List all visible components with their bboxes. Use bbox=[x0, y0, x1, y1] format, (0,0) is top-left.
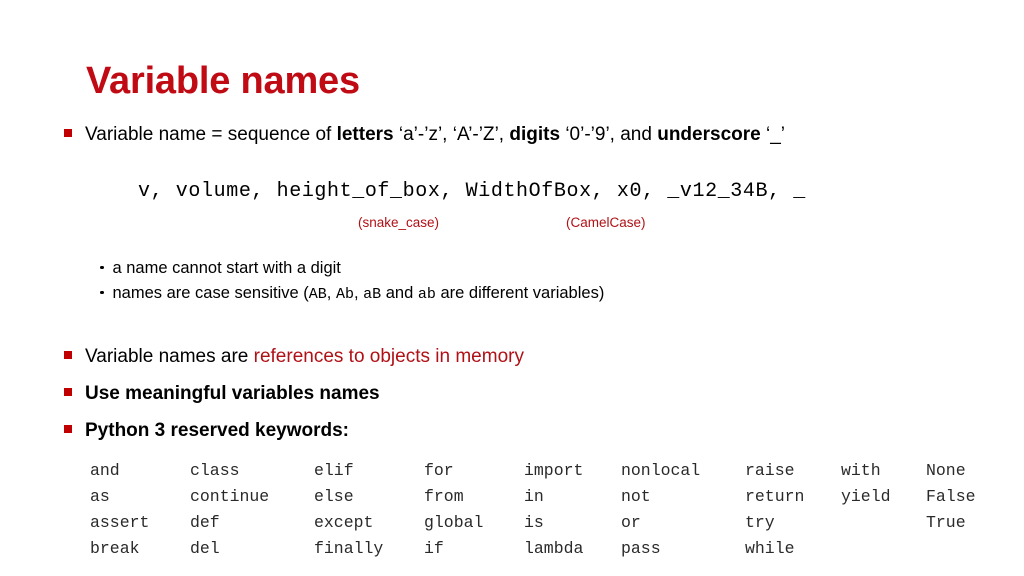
bullet-item-references: Variable names are references to objects… bbox=[64, 346, 524, 369]
keyword-column: class continue def del bbox=[190, 458, 269, 562]
keyword-except: except bbox=[314, 513, 374, 532]
keyword-return: return bbox=[745, 487, 805, 506]
square-bullet-icon bbox=[64, 351, 72, 359]
keyword-yield: yield bbox=[841, 487, 891, 506]
bullet2-highlight: references to objects in memory bbox=[253, 346, 524, 367]
bullet1-part2: ‘a’-’z’, ‘A’-’Z’, bbox=[393, 124, 510, 145]
code-example-line: v, volume, height_of_box, WidthOfBox, x0… bbox=[138, 180, 806, 203]
keyword-column: and as assert break bbox=[90, 458, 149, 562]
code-token-ab-mixed2: aB bbox=[363, 286, 382, 303]
bullet-item-meaningful-names: Use meaningful variables names bbox=[64, 383, 380, 406]
bullet1-underscore-emphasis: underscore bbox=[657, 124, 761, 145]
bullet1-digits-emphasis: digits bbox=[509, 124, 561, 145]
square-bullet-icon bbox=[64, 388, 72, 396]
keyword-is: is bbox=[524, 513, 544, 532]
keyword-as: as bbox=[90, 487, 110, 506]
page-title: Variable names bbox=[86, 60, 360, 102]
bullet1-part4: ‘_’ bbox=[760, 124, 785, 145]
case-sensitive-part3: , bbox=[353, 284, 364, 302]
bullet-item-label: Python 3 reserved keywords: bbox=[85, 420, 349, 441]
keyword-in: in bbox=[524, 487, 544, 506]
bullet1-part3: ‘0’-’9’, and bbox=[560, 124, 658, 145]
keyword-column: raise return try while bbox=[745, 458, 804, 562]
case-sensitive-part1: names are case sensitive ( bbox=[112, 284, 309, 302]
keyword-try: try bbox=[745, 513, 775, 532]
keyword-while: while bbox=[745, 539, 795, 558]
dot-bullet-icon bbox=[100, 290, 104, 294]
keyword-nonlocal: nonlocal bbox=[621, 461, 701, 480]
code-token-ab-lower: ab bbox=[417, 286, 436, 303]
slide-canvas: Variable names Variable name = sequence … bbox=[0, 0, 1024, 576]
bullet-item-reserved-keywords: Python 3 reserved keywords: bbox=[64, 420, 349, 443]
keyword-column: import in is lambda bbox=[524, 458, 583, 562]
bullet-item-label: Variable names are references to objects… bbox=[85, 346, 524, 369]
keyword-empty bbox=[841, 510, 891, 536]
keyword-empty bbox=[926, 536, 976, 562]
keyword-column: with yield bbox=[841, 458, 891, 562]
keyword-continue: continue bbox=[190, 487, 270, 506]
sub-bullet-label: a name cannot start with a digit bbox=[112, 259, 341, 277]
keyword-or: or bbox=[621, 513, 641, 532]
bullet-item-label: Use meaningful variables names bbox=[85, 383, 380, 404]
keyword-empty bbox=[841, 536, 891, 562]
bullet2-prefix: Variable names are bbox=[85, 346, 254, 367]
bullet1-letters-emphasis: letters bbox=[336, 124, 394, 145]
keyword-assert: assert bbox=[90, 513, 150, 532]
keyword-not: not bbox=[621, 487, 651, 506]
keyword-global: global bbox=[424, 513, 484, 532]
bullet-item-variable-name-definition: Variable name = sequence of letters ‘a’-… bbox=[64, 124, 785, 147]
keyword-and: and bbox=[90, 461, 120, 480]
camel-case-label: (CamelCase) bbox=[566, 215, 646, 230]
keyword-def: def bbox=[190, 513, 220, 532]
snake-case-label: (snake_case) bbox=[358, 215, 440, 230]
keyword-del: del bbox=[190, 539, 220, 558]
sub-bullet-label: names are case sensitive (AB, Ab, aB and… bbox=[113, 284, 605, 304]
keyword-with: with bbox=[841, 461, 881, 480]
keyword-column: elif else except finally bbox=[314, 458, 383, 562]
case-sensitive-part4: and bbox=[381, 284, 418, 302]
keyword-for: for bbox=[424, 461, 454, 480]
keyword-if: if bbox=[424, 539, 444, 558]
keyword-True: True bbox=[926, 513, 966, 532]
keyword-lambda: lambda bbox=[524, 539, 584, 558]
sub-bullet-no-leading-digit: a name cannot start with a digit bbox=[100, 259, 341, 279]
bullet1-part1: Variable name = sequence of bbox=[85, 124, 337, 145]
square-bullet-icon bbox=[64, 425, 72, 433]
keyword-from: from bbox=[424, 487, 464, 506]
keyword-elif: elif bbox=[314, 461, 354, 480]
code-token-ab-upper: AB bbox=[308, 286, 327, 303]
keyword-column: None False True bbox=[926, 458, 976, 562]
sub-bullet-case-sensitive: names are case sensitive (AB, Ab, aB and… bbox=[100, 284, 604, 304]
keyword-column: nonlocal not or pass bbox=[621, 458, 700, 562]
code-token-ab-mixed1: Ab bbox=[335, 286, 354, 303]
keyword-False: False bbox=[926, 487, 976, 506]
square-bullet-icon bbox=[64, 129, 72, 137]
dot-bullet-icon bbox=[100, 265, 104, 269]
keyword-break: break bbox=[90, 539, 140, 558]
keyword-raise: raise bbox=[745, 461, 795, 480]
keyword-None: None bbox=[926, 461, 966, 480]
keyword-import: import bbox=[524, 461, 584, 480]
keyword-class: class bbox=[190, 461, 240, 480]
case-sensitive-part5: are different variables) bbox=[435, 284, 605, 302]
keyword-pass: pass bbox=[621, 539, 661, 558]
case-sensitive-part2: , bbox=[326, 284, 336, 302]
bullet-item-label: Variable name = sequence of letters ‘a’-… bbox=[85, 124, 785, 147]
keyword-else: else bbox=[314, 487, 354, 506]
keyword-column: for from global if bbox=[424, 458, 483, 562]
keyword-finally: finally bbox=[314, 539, 384, 558]
